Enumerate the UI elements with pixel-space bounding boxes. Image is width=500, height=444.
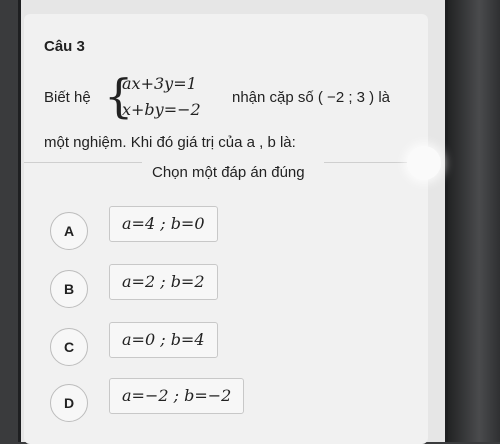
option-d-answer[interactable]: a=−2 ; b=−2 (109, 378, 245, 414)
option-d[interactable]: D a=−2 ; b=−2 (24, 378, 428, 428)
option-b[interactable]: B a=2 ; b=2 (24, 264, 428, 314)
option-a-letter[interactable]: A (50, 212, 88, 250)
option-d-letter[interactable]: D (50, 384, 88, 422)
question-line-2: một nghiệm. Khi đó giá trị của a , b là: (44, 134, 296, 151)
option-a[interactable]: A a=4 ; b=0 (24, 206, 428, 256)
equation-2: x+by=−2 (122, 100, 201, 119)
option-a-answer[interactable]: a=4 ; b=0 (109, 206, 218, 242)
equation-1: ax+3y=1 (122, 74, 197, 93)
option-b-answer[interactable]: a=2 ; b=2 (109, 264, 218, 300)
scroll-handle[interactable] (407, 146, 441, 180)
question-lead: Biết hệ (44, 89, 91, 106)
phone-bezel (448, 0, 500, 442)
question-card: Câu 3 Biết hệ { ax+3y=1 x+by=−2 nhận cặp… (24, 14, 428, 444)
question-title: Câu 3 (44, 38, 85, 55)
question-tail: nhận cặp số ( −2 ; 3 ) là (232, 89, 391, 106)
option-c[interactable]: C a=0 ; b=4 (24, 322, 428, 372)
instruction-label: Chọn một đáp án đúng (152, 164, 305, 181)
option-c-answer[interactable]: a=0 ; b=4 (109, 322, 218, 358)
option-c-letter[interactable]: C (50, 328, 88, 366)
question-text: Biết hệ { ax+3y=1 x+by=−2 nhận cặp số ( … (44, 70, 424, 124)
divider-left (24, 162, 142, 163)
option-b-letter[interactable]: B (50, 270, 88, 308)
